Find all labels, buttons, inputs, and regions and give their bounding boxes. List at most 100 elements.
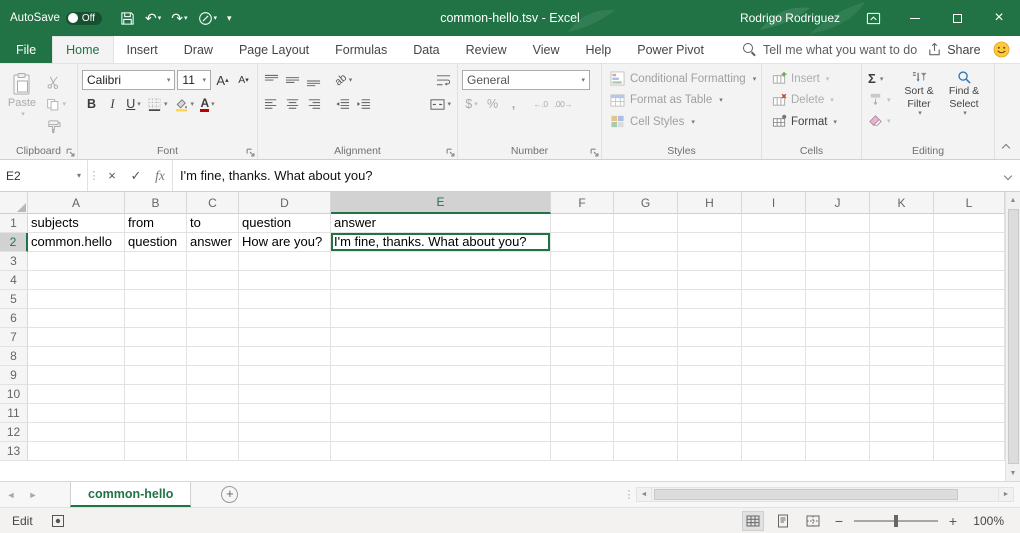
customize-quick-access-toolbar-button[interactable]: ▾ — [223, 11, 236, 26]
cell-C13[interactable] — [187, 442, 239, 461]
cell-L1[interactable] — [934, 214, 1005, 233]
cell-J7[interactable] — [806, 328, 870, 347]
cell-L5[interactable] — [934, 290, 1005, 309]
vertical-scroll-thumb[interactable] — [1008, 209, 1019, 464]
row-header-10[interactable]: 10 — [0, 385, 28, 404]
sort-filter-button[interactable]: Sort & Filter▾ — [897, 68, 942, 143]
cell-L9[interactable] — [934, 366, 1005, 385]
cell-D2[interactable]: How are you? — [239, 233, 331, 252]
cell-J3[interactable] — [806, 252, 870, 271]
row-header-9[interactable]: 9 — [0, 366, 28, 385]
bottom-align-button[interactable] — [304, 70, 323, 91]
align-left-button[interactable] — [262, 94, 281, 115]
cell-J9[interactable] — [806, 366, 870, 385]
insert-cells-button[interactable]: Insert▾ — [766, 68, 857, 90]
cell-C6[interactable] — [187, 309, 239, 328]
number-dialog-launcher[interactable] — [589, 147, 599, 157]
cell-K3[interactable] — [870, 252, 934, 271]
cell-J12[interactable] — [806, 423, 870, 442]
cell-K11[interactable] — [870, 404, 934, 423]
page-layout-view-button[interactable] — [772, 511, 794, 531]
cell-A5[interactable] — [28, 290, 125, 309]
tab-scroll-divider[interactable]: ⋮ — [622, 482, 636, 507]
tab-home[interactable]: Home — [52, 36, 113, 63]
new-sheet-button[interactable]: + — [221, 486, 238, 503]
cell-I10[interactable] — [742, 385, 806, 404]
cell-B6[interactable] — [125, 309, 187, 328]
scroll-left-button[interactable]: ◄ — [636, 487, 652, 502]
cell-C2[interactable]: answer — [187, 233, 239, 252]
close-button[interactable]: × — [978, 0, 1020, 36]
cell-D13[interactable] — [239, 442, 331, 461]
horizontal-scroll-track[interactable] — [652, 487, 998, 502]
underline-button[interactable]: U▾ — [124, 94, 143, 115]
zoom-out-button[interactable]: − — [832, 513, 846, 529]
cut-button[interactable] — [44, 72, 68, 92]
format-as-table-button[interactable]: Format as Table▾ — [606, 90, 757, 112]
zoom-slider-thumb[interactable] — [894, 515, 898, 527]
fill-button[interactable]: ▾ — [866, 89, 893, 110]
cell-H8[interactable] — [678, 347, 742, 366]
increase-font-size-button[interactable]: A▴ — [213, 70, 232, 91]
cell-F2[interactable] — [551, 233, 614, 252]
cell-D3[interactable] — [239, 252, 331, 271]
column-header-G[interactable]: G — [614, 192, 678, 214]
cell-E3[interactable] — [331, 252, 551, 271]
format-cells-button[interactable]: Format▾ — [766, 111, 857, 133]
tab-view[interactable]: View — [520, 36, 573, 63]
cell-H12[interactable] — [678, 423, 742, 442]
cell-A10[interactable] — [28, 385, 125, 404]
cell-D6[interactable] — [239, 309, 331, 328]
cell-K6[interactable] — [870, 309, 934, 328]
cell-H1[interactable] — [678, 214, 742, 233]
tab-formulas[interactable]: Formulas — [322, 36, 400, 63]
cell-B11[interactable] — [125, 404, 187, 423]
copy-button[interactable]: ▾ — [44, 94, 68, 114]
scroll-up-button[interactable]: ▲ — [1006, 192, 1020, 208]
touch-mouse-mode-button[interactable]: ▾ — [194, 8, 222, 29]
cell-G2[interactable] — [614, 233, 678, 252]
cell-C1[interactable]: to — [187, 214, 239, 233]
cell-F6[interactable] — [551, 309, 614, 328]
increase-decimal-button[interactable]: ←.0 — [531, 94, 550, 115]
cell-E10[interactable] — [331, 385, 551, 404]
tab-power-pivot[interactable]: Power Pivot — [624, 36, 717, 63]
conditional-formatting-button[interactable]: Conditional Formatting▾ — [606, 68, 757, 90]
undo-button[interactable]: ↶▾ — [141, 8, 165, 28]
column-header-H[interactable]: H — [678, 192, 742, 214]
cell-K8[interactable] — [870, 347, 934, 366]
cell-H9[interactable] — [678, 366, 742, 385]
row-header-1[interactable]: 1 — [0, 214, 28, 233]
cell-F13[interactable] — [551, 442, 614, 461]
sheet-nav-left-button[interactable]: ◄ — [0, 482, 22, 507]
cell-I4[interactable] — [742, 271, 806, 290]
column-header-B[interactable]: B — [125, 192, 187, 214]
cell-E5[interactable] — [331, 290, 551, 309]
cell-L7[interactable] — [934, 328, 1005, 347]
cell-K9[interactable] — [870, 366, 934, 385]
font-color-button[interactable]: A▾ — [198, 94, 217, 115]
cell-F8[interactable] — [551, 347, 614, 366]
cell-K12[interactable] — [870, 423, 934, 442]
cell-I13[interactable] — [742, 442, 806, 461]
cell-A11[interactable] — [28, 404, 125, 423]
cell-H3[interactable] — [678, 252, 742, 271]
cancel-button[interactable]: × — [100, 160, 124, 191]
sheet-tab-common-hello[interactable]: common-hello — [70, 482, 191, 507]
cell-J11[interactable] — [806, 404, 870, 423]
cell-D7[interactable] — [239, 328, 331, 347]
cell-C9[interactable] — [187, 366, 239, 385]
accounting-format-button[interactable]: $▾ — [462, 94, 481, 115]
column-header-C[interactable]: C — [187, 192, 239, 214]
increase-indent-button[interactable] — [354, 94, 373, 115]
scroll-right-button[interactable]: ► — [998, 487, 1014, 502]
cell-F9[interactable] — [551, 366, 614, 385]
cell-J8[interactable] — [806, 347, 870, 366]
row-header-6[interactable]: 6 — [0, 309, 28, 328]
cell-B3[interactable] — [125, 252, 187, 271]
percent-style-button[interactable]: % — [483, 94, 502, 115]
sheet-nav-right-button[interactable]: ► — [22, 482, 44, 507]
tab-draw[interactable]: Draw — [171, 36, 226, 63]
cell-I3[interactable] — [742, 252, 806, 271]
cell-C7[interactable] — [187, 328, 239, 347]
